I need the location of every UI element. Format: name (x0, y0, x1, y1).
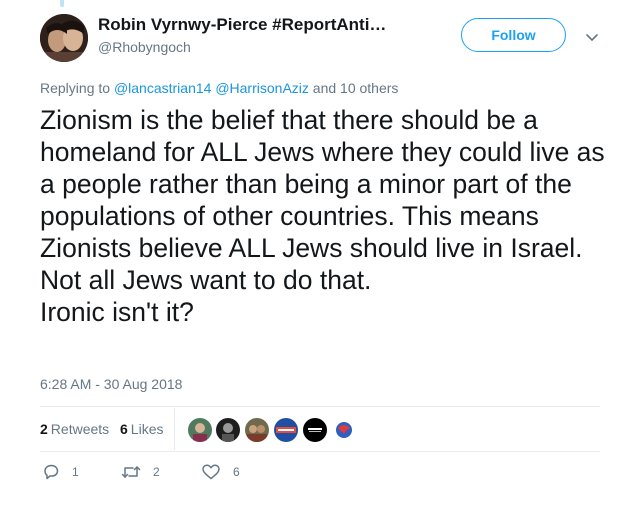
liker-avatar[interactable] (273, 417, 299, 443)
like-count: 6 (233, 465, 240, 479)
tweet-text-paragraph: Ironic isn't it? (40, 297, 194, 327)
liker-avatar[interactable] (302, 417, 328, 443)
follow-button[interactable]: Follow (461, 18, 566, 52)
reply-mention-link[interactable]: @HarrisonAziz (215, 80, 309, 96)
liker-avatar[interactable] (244, 417, 270, 443)
liker-avatar[interactable] (215, 417, 241, 443)
likes-label: Likes (130, 421, 164, 437)
author-handle[interactable]: @Rhobyngoch (98, 39, 191, 55)
retweets-label: Retweets (50, 421, 110, 437)
like-action[interactable]: 6 (201, 463, 240, 481)
liker-avatar[interactable] (187, 417, 213, 443)
tweet-text-paragraph: Not all Jews want to do that. (40, 265, 372, 295)
retweet-icon (121, 466, 141, 478)
author-name[interactable]: Robin Vyrnwy-Pierce #ReportAnti… (98, 15, 386, 35)
retweets-stat[interactable]: 2 Retweets (40, 421, 109, 437)
reply-icon (44, 464, 59, 480)
chevron-down-icon[interactable] (583, 28, 601, 46)
tweet-timestamp[interactable]: 6:28 AM - 30 Aug 2018 (40, 376, 182, 392)
retweet-action[interactable]: 2 (121, 463, 160, 481)
stats-bottom-divider (40, 451, 600, 452)
likes-count: 6 (120, 421, 128, 437)
retweet-count: 2 (153, 465, 160, 479)
reply-action[interactable]: 1 (42, 463, 79, 481)
likes-stat[interactable]: 6 Likes (120, 421, 163, 437)
tweet-text: Zionism is the belief that there should … (40, 104, 610, 328)
replying-prefix: Replying to (40, 80, 111, 96)
heart-icon (202, 464, 220, 480)
replying-to: Replying to @lancastrian14 @HarrisonAziz… (40, 80, 398, 96)
reply-count: 1 (72, 465, 79, 479)
retweets-count: 2 (40, 421, 48, 437)
reply-mention-link[interactable]: @lancastrian14 (114, 80, 212, 96)
author-avatar[interactable] (40, 14, 88, 62)
stats-top-divider (40, 406, 600, 407)
replying-suffix[interactable]: and 10 others (313, 80, 399, 96)
thread-connector-line (60, 0, 64, 7)
avatar-image (40, 14, 88, 62)
stats-separator (174, 408, 175, 450)
tweet-text-paragraph: Zionism is the belief that there should … (40, 105, 605, 263)
liker-avatar[interactable] (331, 417, 357, 443)
